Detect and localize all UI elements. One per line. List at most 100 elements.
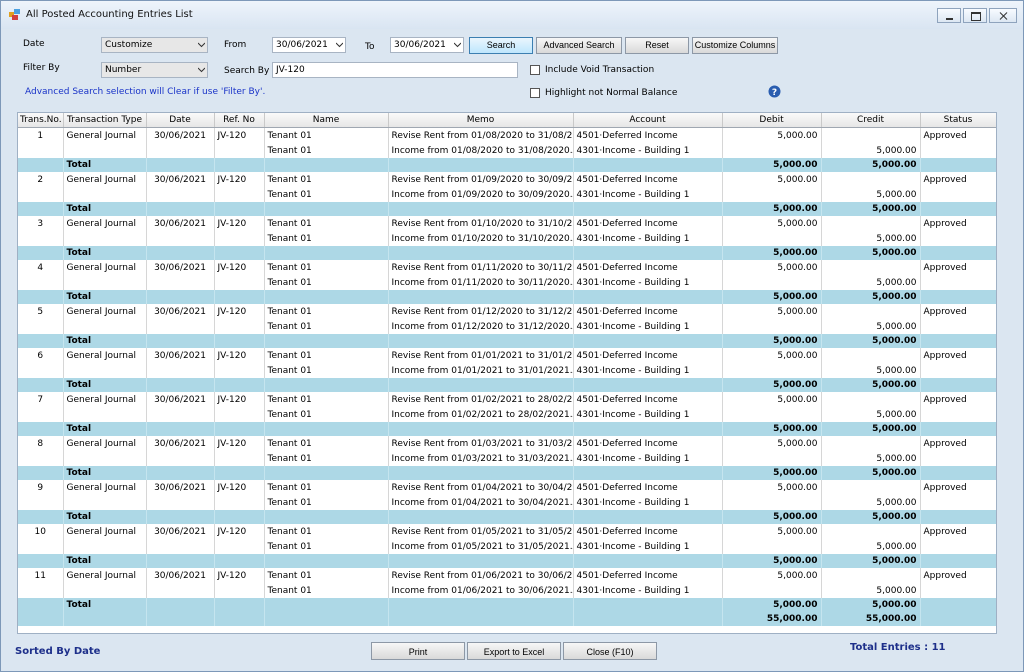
close-button[interactable]: Close (F10) xyxy=(563,642,657,660)
trans-no-cell xyxy=(18,319,64,334)
table-row[interactable]: 3 General Journal 30/06/2021 JV-120 Tenant 0… xyxy=(18,216,996,231)
table-row[interactable]: 7 General Journal 30/06/2021 JV-120 Tenant 0… xyxy=(18,392,996,407)
credit-cell xyxy=(821,524,921,539)
search-button[interactable]: Search xyxy=(469,37,533,54)
table-row[interactable]: Tenant 01 Income from 01/06/2021 to 30/06… xyxy=(18,583,996,598)
name-cell: Tenant 01 xyxy=(264,583,389,598)
name-cell: Tenant 01 xyxy=(264,451,389,466)
column-header-memo[interactable]: Memo xyxy=(388,113,574,128)
total-row: Total 5,000.00 5,000.00 xyxy=(18,202,996,216)
name-cell: Tenant 01 xyxy=(264,172,389,187)
table-row[interactable]: Tenant 01 Income from 01/05/2021 to 31/05… xyxy=(18,539,996,554)
account-cell: 4301·Income - Building 1 xyxy=(573,451,723,466)
date-select[interactable]: Customize xyxy=(101,37,208,53)
column-header-transaction-type[interactable]: Transaction Type xyxy=(63,113,147,128)
include-void-checkbox[interactable] xyxy=(530,65,540,75)
table-row[interactable]: 9 General Journal 30/06/2021 JV-120 Tenant 0… xyxy=(18,480,996,495)
credit-cell: 5,000.00 xyxy=(821,583,921,598)
search-by-input[interactable]: JV-120 xyxy=(272,62,518,78)
advanced-search-button[interactable]: Advanced Search xyxy=(536,37,622,54)
table-row[interactable]: Tenant 01 Income from 01/12/2020 to 31/12… xyxy=(18,319,996,334)
table-row[interactable]: Tenant 01 Income from 01/10/2020 to 31/10… xyxy=(18,231,996,246)
table-row[interactable]: 4 General Journal 30/06/2021 JV-120 Tenant 0… xyxy=(18,260,996,275)
table-cell xyxy=(573,422,723,436)
minimize-button[interactable] xyxy=(937,8,961,23)
table-cell xyxy=(146,510,215,524)
customize-columns-button[interactable]: Customize Columns xyxy=(692,37,778,54)
table-row[interactable]: 2 General Journal 30/06/2021 JV-120 Tenant 0… xyxy=(18,172,996,187)
name-cell: Tenant 01 xyxy=(264,436,389,451)
table-row[interactable]: Tenant 01 Income from 01/03/2021 to 31/03… xyxy=(18,451,996,466)
credit-cell: 5,000.00 xyxy=(821,539,921,554)
maximize-button[interactable] xyxy=(963,8,987,23)
table-cell xyxy=(920,334,996,348)
transaction-type-cell xyxy=(63,319,147,334)
close-window-button[interactable] xyxy=(989,8,1017,23)
column-header-account[interactable]: Account xyxy=(573,113,723,128)
table-row[interactable]: 5 General Journal 30/06/2021 JV-120 Tenant 0… xyxy=(18,304,996,319)
debit-cell xyxy=(722,319,822,334)
table-row[interactable]: Tenant 01 Income from 01/09/2020 to 30/09… xyxy=(18,187,996,202)
table-row[interactable]: Tenant 01 Income from 01/11/2020 to 30/11… xyxy=(18,275,996,290)
memo-cell: Revise Rent from 01/12/2020 to 31/12/202… xyxy=(388,304,574,319)
reset-button[interactable]: Reset xyxy=(625,37,689,54)
date-cell: 30/06/2021 xyxy=(146,216,215,231)
total-label: Total xyxy=(63,158,147,172)
table-cell xyxy=(146,598,215,612)
table-row[interactable]: Tenant 01 Income from 01/02/2021 to 28/02… xyxy=(18,407,996,422)
export-excel-button[interactable]: Export to Excel xyxy=(467,642,561,660)
trans-no-cell: 9 xyxy=(18,480,64,495)
trans-no-cell: 10 xyxy=(18,524,64,539)
table-row[interactable]: 1 General Journal 30/06/2021 JV-120 Tenant 0… xyxy=(18,127,996,143)
table-row[interactable]: 10 General Journal 30/06/2021 JV-120 Tenant … xyxy=(18,524,996,539)
column-header-date[interactable]: Date xyxy=(146,113,215,128)
ref-no-cell: JV-120 xyxy=(214,524,265,539)
column-header-ref-no[interactable]: Ref. No xyxy=(214,113,265,128)
print-button[interactable]: Print xyxy=(371,642,465,660)
table-cell xyxy=(214,246,265,260)
debit-cell xyxy=(722,583,822,598)
table-cell xyxy=(388,202,574,216)
date-cell xyxy=(146,583,215,598)
account-cell: 4301·Income - Building 1 xyxy=(573,187,723,202)
highlight-checkbox[interactable] xyxy=(530,88,540,98)
table-cell xyxy=(146,246,215,260)
from-date-picker[interactable]: 30/06/2021 xyxy=(272,37,346,53)
table-cell xyxy=(573,158,723,172)
filter-by-select[interactable]: Number xyxy=(101,62,208,78)
total-row: Total 5,000.00 5,000.00 xyxy=(18,334,996,348)
status-cell xyxy=(920,539,996,554)
account-cell: 4501·Deferred Income xyxy=(573,480,723,495)
column-header-trans-no[interactable]: Trans.No. xyxy=(18,113,64,128)
account-cell: 4501·Deferred Income xyxy=(573,260,723,275)
table-cell xyxy=(146,378,215,392)
table-row[interactable]: Tenant 01 Income from 01/08/2020 to 31/08… xyxy=(18,143,996,158)
table-row[interactable]: 6 General Journal 30/06/2021 JV-120 Tenant 0… xyxy=(18,348,996,363)
column-header-name[interactable]: Name xyxy=(264,113,389,128)
transaction-type-cell: General Journal xyxy=(63,436,147,451)
column-header-debit[interactable]: Debit xyxy=(722,113,822,128)
table-row[interactable]: 11 General Journal 30/06/2021 JV-120 Tenant … xyxy=(18,568,996,583)
grand-total-row: 55,000.00 55,000.00 xyxy=(18,612,996,626)
total-credit-cell: 5,000.00 xyxy=(821,158,921,172)
debit-cell: 5,000.00 xyxy=(722,348,822,363)
ref-no-cell xyxy=(214,539,265,554)
table-row[interactable]: 8 General Journal 30/06/2021 JV-120 Tenant 0… xyxy=(18,436,996,451)
name-cell: Tenant 01 xyxy=(264,231,389,246)
help-icon[interactable]: ? xyxy=(768,85,781,98)
entries-grid[interactable]: Trans.No. Transaction Type Date Ref. No Name… xyxy=(17,112,997,634)
debit-cell xyxy=(722,143,822,158)
status-cell xyxy=(920,495,996,510)
table-cell xyxy=(920,422,996,436)
table-row[interactable]: Tenant 01 Income from 01/01/2021 to 31/01… xyxy=(18,363,996,378)
table-row[interactable]: Tenant 01 Income from 01/04/2021 to 30/04… xyxy=(18,495,996,510)
transaction-type-cell: General Journal xyxy=(63,127,147,143)
to-date-picker[interactable]: 30/06/2021 xyxy=(390,37,464,53)
trans-no-cell: 4 xyxy=(18,260,64,275)
status-cell: Approved xyxy=(920,348,996,363)
table-cell xyxy=(388,334,574,348)
transaction-type-cell xyxy=(63,143,147,158)
table-cell xyxy=(264,554,389,568)
column-header-credit[interactable]: Credit xyxy=(821,113,921,128)
column-header-status[interactable]: Status xyxy=(920,113,996,128)
